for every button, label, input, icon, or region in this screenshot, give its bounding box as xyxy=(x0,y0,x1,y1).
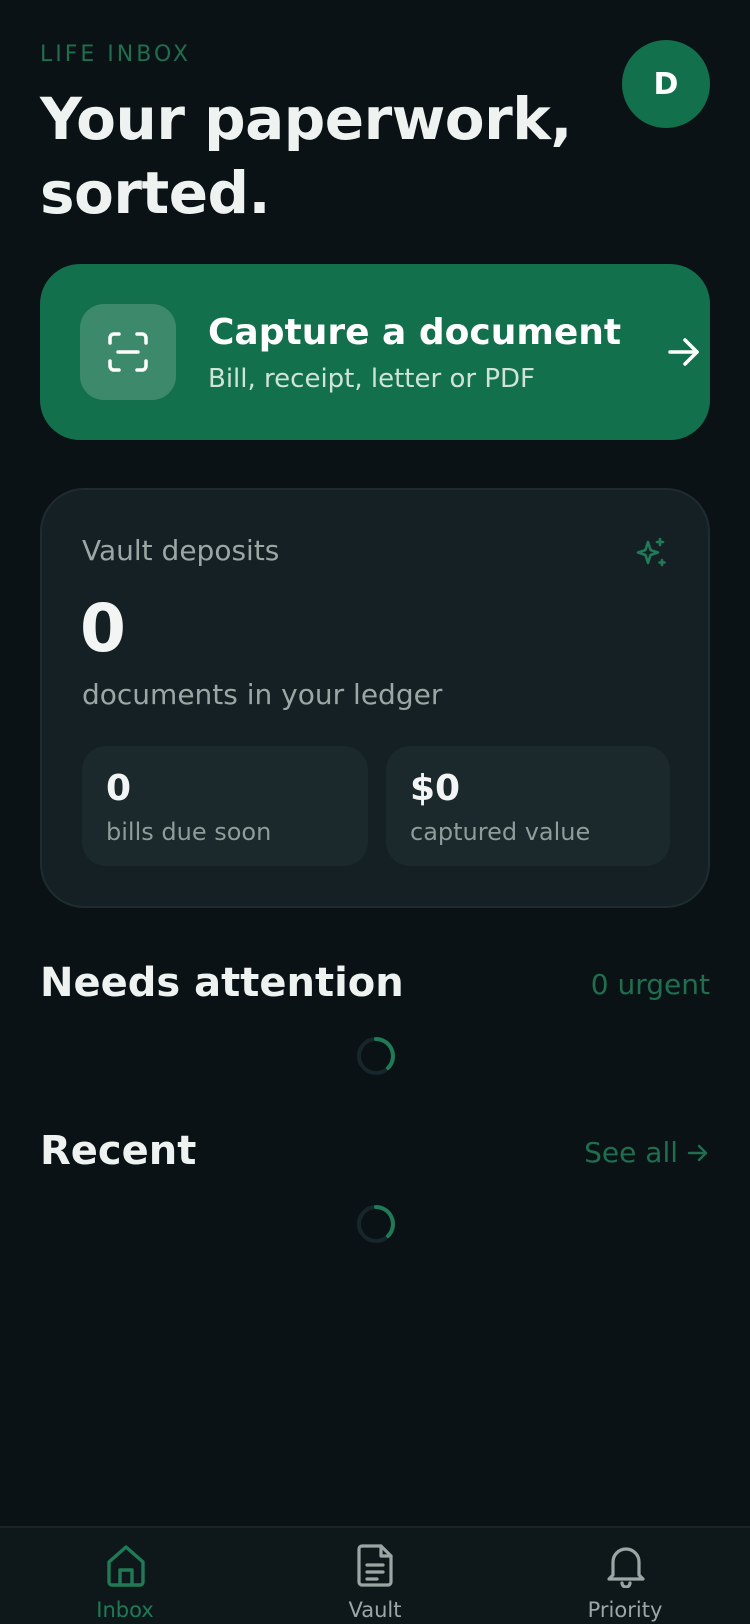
page-title: Your paperwork, sorted. xyxy=(40,85,572,227)
vault-label: Vault deposits xyxy=(82,534,280,567)
needs-attention-title: Needs attention xyxy=(40,960,404,1006)
avatar-initial: D xyxy=(653,66,679,102)
bills-due-label: bills due soon xyxy=(106,818,272,846)
recent-title: Recent xyxy=(40,1128,197,1174)
bills-due-stat[interactable]: 0 bills due soon xyxy=(82,746,368,866)
nav-item-vault[interactable]: Vault xyxy=(250,1528,500,1624)
captured-value-label: captured value xyxy=(410,818,591,846)
urgent-count-badge: 0 urgent xyxy=(591,968,710,1001)
captured-value-stat[interactable]: $0 captured value xyxy=(386,746,670,866)
app-eyebrow: LIFE INBOX xyxy=(40,42,191,67)
home-screen: LIFE INBOX Your paperwork, sorted. D Cap… xyxy=(0,0,750,1624)
nav-label-priority: Priority xyxy=(587,1598,663,1622)
document-count-caption: documents in your ledger xyxy=(82,678,443,711)
arrow-right-icon xyxy=(668,338,699,366)
nav-label-vault: Vault xyxy=(348,1598,402,1622)
nav-label-inbox: Inbox xyxy=(96,1598,154,1622)
captured-value: $0 xyxy=(410,768,461,809)
bottom-nav: Inbox Vault Priority xyxy=(0,1526,750,1624)
avatar[interactable]: D xyxy=(622,40,710,128)
loading-spinner-icon xyxy=(357,1205,395,1243)
bell-icon xyxy=(607,1547,645,1588)
capture-subtitle: Bill, receipt, letter or PDF xyxy=(208,364,535,394)
nav-item-priority[interactable]: Priority xyxy=(500,1528,750,1624)
nav-item-inbox[interactable]: Inbox xyxy=(0,1528,250,1624)
loading-spinner-icon xyxy=(357,1037,395,1075)
see-all-label: See all xyxy=(584,1136,678,1169)
see-all-link[interactable]: See all xyxy=(584,1136,710,1169)
scan-icon xyxy=(80,304,176,400)
home-icon xyxy=(107,1545,145,1587)
sparkle-icon xyxy=(636,537,666,567)
capture-document-button[interactable]: Capture a document Bill, receipt, letter… xyxy=(40,264,710,440)
urgent-count-label: 0 urgent xyxy=(590,968,710,1001)
bills-due-value: 0 xyxy=(106,768,132,809)
arrow-right-icon xyxy=(687,1144,708,1161)
capture-title: Capture a document xyxy=(208,312,622,353)
vault-deposits-card[interactable]: Vault deposits 0 documents in your ledge… xyxy=(40,488,710,908)
document-icon xyxy=(357,1544,393,1587)
document-count: 0 xyxy=(80,590,126,667)
